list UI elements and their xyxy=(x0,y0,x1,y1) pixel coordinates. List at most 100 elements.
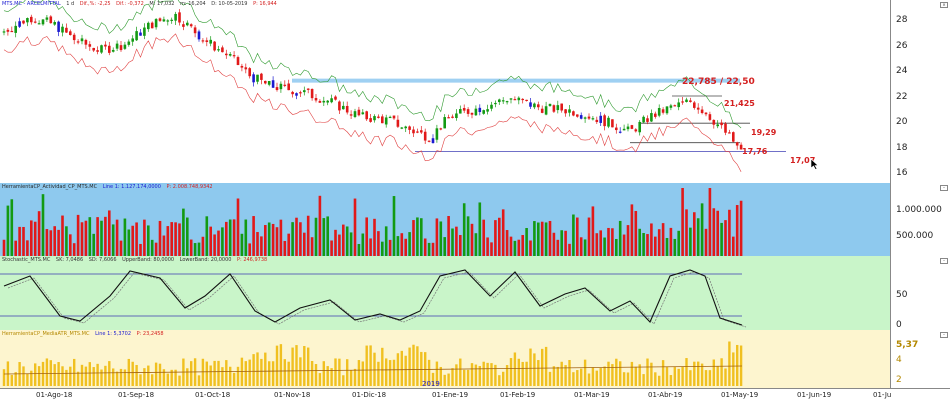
volume-bar xyxy=(84,220,88,256)
volume-bar xyxy=(638,228,641,256)
volume-bar xyxy=(427,242,431,256)
atr-bar xyxy=(283,359,286,386)
candle-body xyxy=(716,124,719,127)
upper-band-line xyxy=(3,0,742,129)
candle-body xyxy=(708,114,712,120)
atr-bar xyxy=(455,364,458,386)
atr-bar xyxy=(697,361,700,386)
stochastic-background xyxy=(0,256,890,330)
atr-bar xyxy=(135,364,138,386)
atr-chart[interactable] xyxy=(0,330,890,388)
volume-bar xyxy=(26,240,29,256)
candle-body xyxy=(217,49,220,51)
candle-body xyxy=(712,119,716,125)
atr-bar xyxy=(37,366,41,386)
volume-bar xyxy=(221,227,224,256)
atr-bar xyxy=(451,368,454,386)
volume-bar xyxy=(618,220,622,256)
candle-body xyxy=(568,109,571,113)
candle-body xyxy=(143,27,146,36)
volume-bar xyxy=(197,242,201,256)
candle-body xyxy=(248,68,251,77)
minimize-panel-button[interactable]: – xyxy=(940,185,948,191)
minimize-panel-button[interactable]: – xyxy=(940,332,948,338)
atr-bar xyxy=(700,363,704,386)
volume-bar xyxy=(392,196,396,256)
candle-body xyxy=(291,91,294,95)
min-label: m: 16,204 xyxy=(180,1,206,7)
volume-bar xyxy=(334,229,337,256)
atr-bar xyxy=(2,369,6,386)
candle-body xyxy=(377,116,380,118)
atr-bar xyxy=(603,366,606,386)
atr-bar xyxy=(104,365,107,386)
atr-bar xyxy=(100,369,103,386)
volume-bar xyxy=(225,221,228,256)
candle-body xyxy=(162,19,166,22)
volume-bar xyxy=(248,243,251,256)
close-panel-button[interactable]: × xyxy=(940,2,948,8)
volume-bar xyxy=(57,229,60,256)
atr-bar xyxy=(595,370,598,386)
candle-body xyxy=(548,103,552,106)
candle-body xyxy=(338,101,341,111)
candle-body xyxy=(275,87,279,91)
stochastic-upper: UpperBand: 80,0000 xyxy=(122,257,175,263)
volume-bar xyxy=(271,223,275,256)
candle-body xyxy=(408,126,411,130)
symbol-label: MTS.MC - ARCELMITTAL xyxy=(2,1,61,7)
candle-body xyxy=(373,116,376,121)
candle-body xyxy=(439,128,443,130)
volume-bar xyxy=(677,230,680,256)
candle-body xyxy=(470,112,474,115)
volume-bar xyxy=(131,225,134,256)
price-panel[interactable]: MTS.MC - ARCELMITTAL 1 d Dif.,%: -2,25 D… xyxy=(0,0,950,184)
candle-body xyxy=(127,41,131,45)
candle-body xyxy=(236,57,240,66)
candle-body xyxy=(494,102,497,105)
candle-body xyxy=(681,101,684,103)
y-tick: 5,37 xyxy=(896,340,919,350)
atr-bar xyxy=(498,375,501,386)
atr-bar xyxy=(119,368,123,386)
atr-panel[interactable]: HerramientaCP_MediaATR_MTS.MC Line 1: 5,… xyxy=(0,330,950,388)
volume-bar xyxy=(49,230,53,256)
volume-bar xyxy=(213,234,216,256)
candle-body xyxy=(556,105,560,111)
volume-bar xyxy=(306,215,310,256)
atr-bar xyxy=(248,359,251,386)
candle-body xyxy=(642,116,645,123)
volume-bar xyxy=(10,199,14,256)
volume-bar xyxy=(490,242,493,256)
atr-bar xyxy=(229,366,232,386)
atr-bar xyxy=(112,368,115,386)
candle-body xyxy=(501,100,505,102)
atr-bar xyxy=(443,374,446,386)
volume-bar xyxy=(661,223,665,256)
candle-body xyxy=(603,115,606,127)
volume-bar xyxy=(111,224,115,256)
minimize-panel-button[interactable]: – xyxy=(940,258,948,264)
date-tick: 01-Ene-19 xyxy=(432,391,469,399)
atr-bar xyxy=(201,358,205,386)
candle-body xyxy=(587,116,591,119)
candle-body xyxy=(2,31,6,33)
activity-panel[interactable]: HerramientaCP_Actividad_CP_MTS.MC Line 1… xyxy=(0,183,950,257)
candle-body xyxy=(264,80,267,84)
atr-bar xyxy=(291,347,294,386)
candle-body xyxy=(131,38,134,42)
volume-bar xyxy=(41,194,45,256)
candle-body xyxy=(466,109,470,114)
volume-bar xyxy=(330,240,333,256)
atr-bar xyxy=(521,361,524,386)
stochastic-chart[interactable] xyxy=(0,256,890,330)
activity-line: Line 1: 1.127.174,0000 xyxy=(102,184,161,190)
volume-bar xyxy=(556,239,560,256)
atr-bar xyxy=(22,366,25,386)
candle-body xyxy=(139,32,142,36)
stochastic-panel[interactable]: Stochastic_MTS.MC SK: 7,0486 SD: 7,6066 … xyxy=(0,256,950,331)
atr-bar xyxy=(178,375,181,386)
activity-chart[interactable] xyxy=(0,183,890,256)
candle-body xyxy=(392,115,396,119)
candle-body xyxy=(591,118,595,120)
